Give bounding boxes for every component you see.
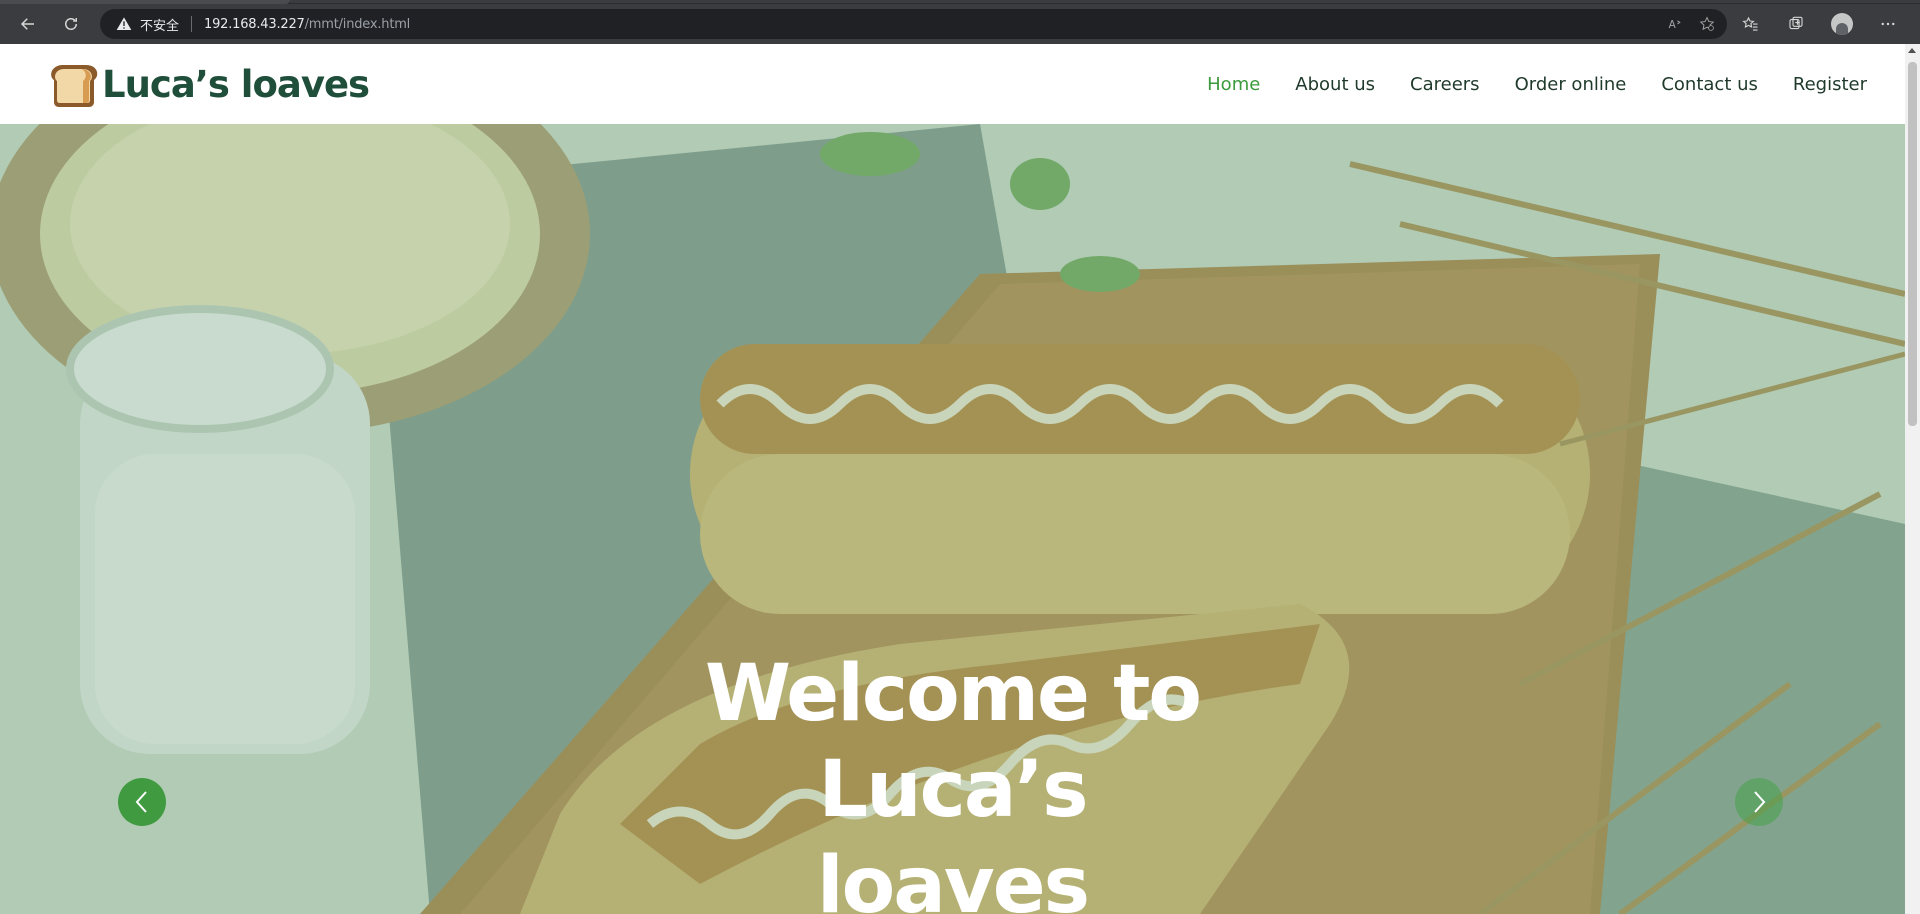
reload-button[interactable] <box>57 10 85 38</box>
read-aloud-icon[interactable]: A <box>1665 14 1685 34</box>
add-favorite-icon[interactable] <box>1697 14 1717 34</box>
url-text[interactable]: 192.168.43.227/mmt/index.html <box>204 17 410 32</box>
site-logo[interactable]: Luca’s loaves <box>48 60 370 108</box>
nav-careers[interactable]: Careers <box>1410 74 1480 95</box>
nav-home[interactable]: Home <box>1207 74 1260 95</box>
collections-button[interactable] <box>1782 10 1810 38</box>
security-status-label[interactable]: 不安全 <box>140 15 179 34</box>
main-navigation: Home About us Careers Order online Conta… <box>1207 44 1867 124</box>
address-bar[interactable]: 不安全 192.168.43.227/mmt/index.html A <box>100 9 1727 39</box>
site-name: Luca’s loaves <box>102 62 370 106</box>
favorites-star-icon <box>1742 16 1758 31</box>
more-dots-icon <box>1881 22 1895 26</box>
bread-loaf-icon <box>51 65 98 107</box>
tab-strip-bar <box>290 0 1920 3</box>
favorites-button[interactable] <box>1736 10 1764 38</box>
reload-icon <box>65 18 77 30</box>
page-scrollbar[interactable] <box>1905 44 1920 914</box>
hero-title-line2: loaves <box>816 841 1090 914</box>
arrow-left-icon <box>20 18 34 30</box>
hero-carousel: Welcome to Luca’s loaves <box>0 124 1905 914</box>
address-bar-actions: A <box>1665 14 1717 34</box>
more-menu-button[interactable] <box>1874 10 1902 38</box>
carousel-prev-button[interactable] <box>118 778 166 826</box>
svg-text:A: A <box>1669 19 1677 31</box>
carousel-next-button[interactable] <box>1735 778 1783 826</box>
nav-about-us[interactable]: About us <box>1295 74 1375 95</box>
avatar <box>1831 13 1853 35</box>
chevron-left-icon <box>135 791 147 813</box>
hero-title: Welcome to Luca’s loaves <box>560 646 1345 914</box>
toolbar-actions <box>1736 10 1902 38</box>
site-header: Luca’s loaves Home About us Careers Orde… <box>0 44 1905 124</box>
chevron-right-icon <box>1754 791 1766 813</box>
back-button[interactable] <box>14 10 42 38</box>
nav-contact-us[interactable]: Contact us <box>1661 74 1758 95</box>
warning-icon[interactable] <box>116 16 132 32</box>
scrollbar-thumb[interactable] <box>1908 62 1917 426</box>
url-path: /mmt/index.html <box>304 16 411 32</box>
page-viewport: Luca’s loaves Home About us Careers Orde… <box>0 44 1905 914</box>
profile-button[interactable] <box>1828 10 1856 38</box>
nav-order-online[interactable]: Order online <box>1515 74 1627 95</box>
nav-register[interactable]: Register <box>1793 74 1867 95</box>
browser-toolbar: 不安全 192.168.43.227/mmt/index.html A <box>0 4 1920 44</box>
hero-title-line1: Welcome to Luca’s <box>705 649 1202 835</box>
address-divider <box>191 16 193 32</box>
url-host: 192.168.43.227 <box>204 16 305 32</box>
scroll-up-arrow-icon[interactable] <box>1908 48 1916 53</box>
collections-icon <box>1789 16 1803 30</box>
